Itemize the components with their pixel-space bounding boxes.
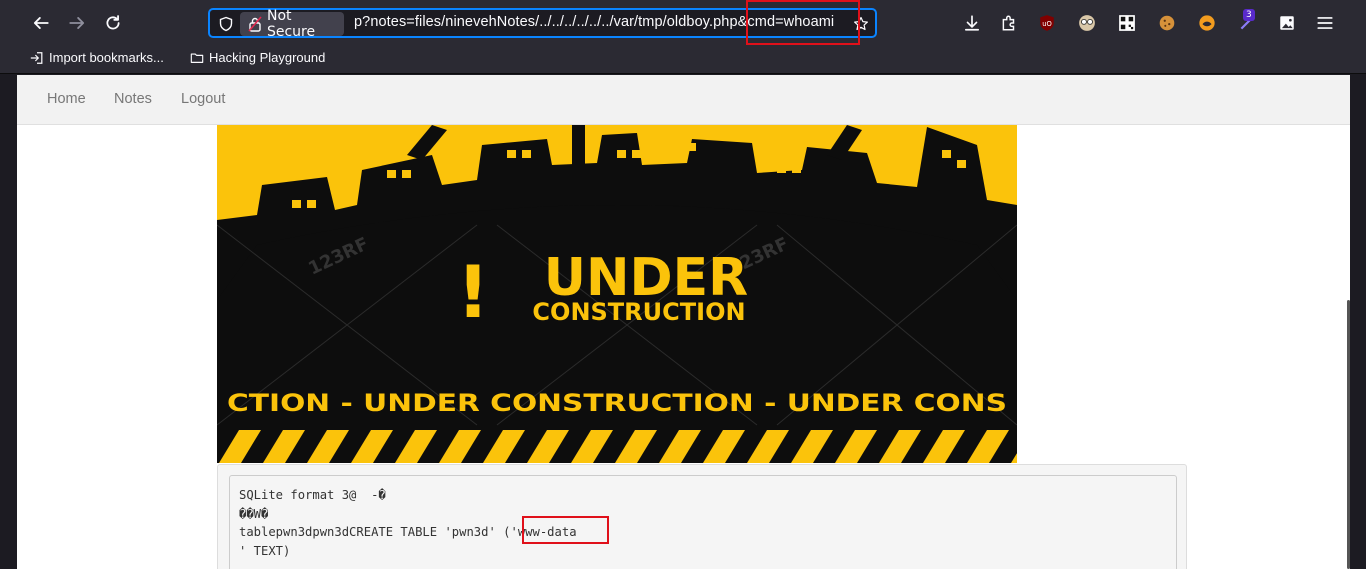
banner-ticker-text: CTION - UNDER CONSTRUCTION - UNDER CONS — [227, 389, 1007, 417]
fox-icon — [1199, 15, 1215, 31]
command-output: SQLite format 3@ -� ��W� tablepwn3dpwn3d… — [229, 475, 1177, 569]
reload-button[interactable] — [99, 9, 127, 37]
forward-arrow-icon — [69, 17, 85, 29]
output-line: ' TEXT) — [239, 543, 291, 558]
not-secure-label: Not Secure — [266, 8, 316, 40]
import-icon — [30, 51, 43, 64]
back-button[interactable] — [27, 9, 55, 37]
banner-subheadline: CONSTRUCTION — [532, 298, 745, 326]
web-page: Home Notes Logout 123RF 123RF ! UNDER CO… — [17, 75, 1350, 569]
glasses-face-icon — [1079, 15, 1095, 31]
back-arrow-icon — [33, 17, 49, 29]
app-menu-button[interactable] — [1314, 12, 1336, 34]
extension-badge: 3 — [1243, 9, 1255, 21]
puzzle-icon — [1002, 15, 1015, 31]
privacy-extension-button[interactable] — [1076, 12, 1098, 34]
output-highlight-box — [522, 516, 609, 544]
forward-button[interactable] — [63, 9, 91, 37]
qr-code-icon — [1119, 15, 1135, 31]
bookmark-hacking-playground[interactable]: Hacking Playground — [190, 50, 325, 65]
svg-text:uO: uO — [1042, 20, 1052, 28]
nav-home-link[interactable]: Home — [47, 91, 86, 107]
hamburger-menu-icon — [1317, 17, 1333, 29]
reload-icon — [106, 15, 120, 30]
under-construction-banner: 123RF 123RF ! UNDER CONSTRUCTION CTION -… — [217, 125, 1017, 463]
banner-exclamation: ! — [457, 250, 490, 334]
qr-code-button[interactable] — [1116, 12, 1138, 34]
proxy-switch-button[interactable] — [1196, 12, 1218, 34]
insecure-lock-icon — [248, 16, 262, 32]
bookmarks-toolbar: Import bookmarks... Hacking Playground — [0, 46, 1366, 74]
ublock-shield-icon: uO — [1040, 15, 1054, 31]
bookmark-label: Import bookmarks... — [49, 50, 164, 65]
cookie-icon — [1159, 15, 1175, 31]
screenshot-extension-button[interactable] — [1276, 12, 1298, 34]
cookie-editor-button[interactable] — [1156, 12, 1178, 34]
output-panel: SQLite format 3@ -� ��W� tablepwn3dpwn3d… — [217, 464, 1187, 569]
ublock-origin-button[interactable]: uO — [1036, 12, 1058, 34]
output-line: tablepwn3dpwn3dCREATE TABLE 'pwn3d' ( — [239, 525, 511, 539]
downloads-button[interactable] — [961, 12, 983, 34]
site-navbar: Home Notes Logout — [17, 75, 1350, 125]
output-line: ��W� — [239, 506, 269, 521]
bookmark-label: Hacking Playground — [209, 50, 326, 65]
browser-toolbar: Not Secure p?notes=files/ninevehNotes/..… — [0, 0, 1366, 46]
under-construction-image: 123RF 123RF ! UNDER CONSTRUCTION CTION -… — [217, 125, 1017, 463]
picture-icon — [1280, 16, 1294, 30]
url-cmd-highlight-box — [746, 0, 860, 45]
nav-logout-link[interactable]: Logout — [181, 91, 225, 107]
extensions-button[interactable] — [998, 12, 1020, 34]
page-scrollbar[interactable] — [1347, 300, 1350, 569]
bookmark-import[interactable]: Import bookmarks... — [30, 50, 164, 65]
connection-security-indicator[interactable]: Not Secure — [240, 8, 344, 40]
output-line: SQLite format 3@ -� — [239, 488, 386, 502]
folder-icon — [190, 52, 204, 63]
window-right-gutter — [1350, 75, 1366, 569]
window-left-gutter — [0, 75, 17, 569]
download-icon — [964, 15, 980, 31]
tracking-protection-shield-icon[interactable] — [216, 14, 236, 34]
nav-notes-link[interactable]: Notes — [114, 91, 152, 107]
